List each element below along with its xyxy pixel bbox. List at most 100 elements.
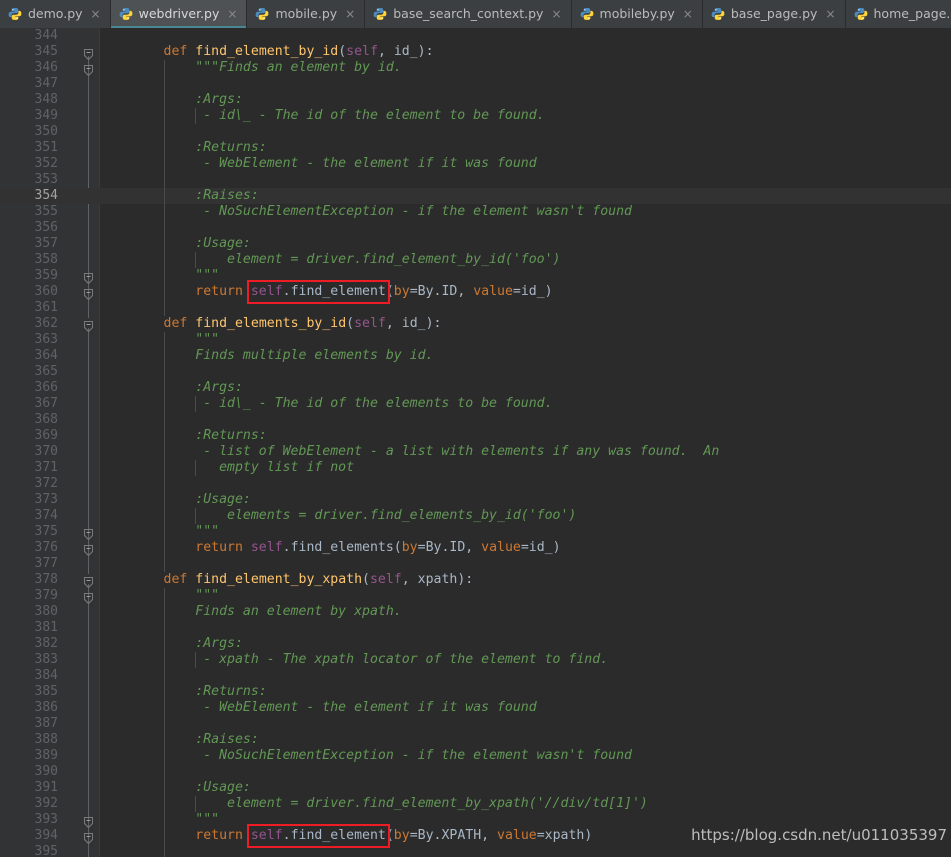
code-text: """Finds an element by id. (100, 60, 402, 75)
code-line[interactable]: 392 element = driver.find_element_by_xpa… (0, 796, 951, 812)
code-text: def find_element_by_id(self, id_): (163, 44, 434, 59)
line-number: 378 (34, 572, 58, 587)
code-line[interactable]: 350 (0, 124, 951, 140)
code-line[interactable]: 346 """Finds an element by id. (0, 60, 951, 76)
code-line[interactable]: 379 """ (0, 588, 951, 604)
code-line[interactable]: 349 - id\_ - The id of the element to be… (0, 108, 951, 124)
tab-close-icon[interactable]: × (683, 7, 693, 21)
code-line[interactable]: 373 :Usage: (0, 492, 951, 508)
editor-tab-base_page-py[interactable]: base_page.py × (703, 0, 846, 28)
code-editor[interactable]: 344 345 def find_element_by_id(self, id_)… (0, 28, 951, 857)
code-line[interactable]: 348 :Args: (0, 92, 951, 108)
code-text: - NoSuchElementException - if the elemen… (100, 748, 632, 763)
code-line[interactable]: 370 - list of WebElement - a list with e… (0, 444, 951, 460)
code-line[interactable]: 382 :Args: (0, 636, 951, 652)
code-text: - id\_ - The id of the element to be fou… (100, 108, 545, 123)
editor-tab-home_page-py[interactable]: home_page.py× (846, 0, 951, 28)
code-line[interactable]: 352 - WebElement - the element if it was… (0, 156, 951, 172)
code-line[interactable]: 395 (0, 844, 951, 857)
code-line[interactable]: 368 (0, 412, 951, 428)
code-line[interactable]: 372 (0, 476, 951, 492)
code-line[interactable]: 371 empty list if not (0, 460, 951, 476)
code-line[interactable]: 383 - xpath - The xpath locator of the e… (0, 652, 951, 668)
code-line[interactable]: 355 - NoSuchElementException - if the el… (0, 204, 951, 220)
code-text: - id\_ - The id of the elements to be fo… (100, 396, 553, 411)
python-file-icon (8, 7, 22, 21)
code-line[interactable]: 367 - id\_ - The id of the elements to b… (0, 396, 951, 412)
editor-tab-bar[interactable]: demo.py × webdriver.py × mobile.py × base_sear… (0, 0, 951, 28)
line-number: 370 (34, 444, 58, 459)
code-line[interactable]: 378 def find_element_by_xpath(self, xpat… (0, 572, 951, 588)
tab-close-icon[interactable]: × (825, 7, 835, 21)
code-text: return self.find_elements(by=By.ID, valu… (195, 540, 561, 555)
code-text: return self.find_element(by=By.ID, value… (195, 284, 553, 299)
code-line[interactable]: 363 """ (0, 332, 951, 348)
tab-label: demo.py (28, 6, 83, 21)
tab-close-icon[interactable]: × (91, 7, 101, 21)
line-number: 364 (34, 348, 58, 363)
code-text: :Returns: (100, 428, 267, 443)
line-number: 355 (34, 204, 58, 219)
editor-tab-demo-py[interactable]: demo.py × (0, 0, 111, 28)
line-number: 379 (34, 588, 58, 603)
tab-label: mobile.py (275, 6, 338, 21)
code-line[interactable]: 362 def find_elements_by_id(self, id_): (0, 316, 951, 332)
code-line[interactable]: 353 (0, 172, 951, 188)
code-line[interactable]: 351 :Returns: (0, 140, 951, 156)
code-line[interactable]: 384 (0, 668, 951, 684)
code-line[interactable]: 386 - WebElement - the element if it was… (0, 700, 951, 716)
editor-tab-base_search_context-py[interactable]: base_search_context.py × (365, 0, 572, 28)
python-file-icon (373, 7, 387, 21)
editor-tab-webdriver-py[interactable]: webdriver.py × (110, 0, 248, 28)
code-line[interactable]: 385 :Returns: (0, 684, 951, 700)
editor-tab-mobileby-py[interactable]: mobileby.py × (572, 0, 703, 28)
code-text: :Usage: (100, 780, 251, 795)
code-line[interactable]: 390 (0, 764, 951, 780)
code-line[interactable]: 361 (0, 300, 951, 316)
code-line[interactable]: 345 def find_element_by_id(self, id_): (0, 44, 951, 60)
code-text: def find_elements_by_id(self, id_): (163, 316, 442, 331)
code-line[interactable]: 376 return self.find_elements(by=By.ID, … (0, 540, 951, 556)
tab-close-icon[interactable]: × (345, 7, 355, 21)
code-line[interactable]: 374 elements = driver.find_elements_by_i… (0, 508, 951, 524)
code-line[interactable]: 347 (0, 76, 951, 92)
code-text: empty list if not (100, 460, 355, 475)
code-text: """ (100, 588, 220, 603)
indent-guide (195, 460, 197, 476)
code-line[interactable]: 366 :Args: (0, 380, 951, 396)
code-line[interactable]: 389 - NoSuchElementException - if the el… (0, 748, 951, 764)
code-line[interactable]: 356 (0, 220, 951, 236)
line-number: 388 (34, 732, 58, 747)
tab-close-icon[interactable]: × (551, 7, 561, 21)
indent-guide (195, 108, 197, 124)
line-number: 376 (34, 540, 58, 555)
code-line[interactable]: 377 (0, 556, 951, 572)
code-line[interactable]: 364 Finds multiple elements by id. (0, 348, 951, 364)
code-line[interactable]: 354 :Raises: (0, 188, 951, 204)
code-line[interactable]: 359 """ (0, 268, 951, 284)
code-line[interactable]: 358 element = driver.find_element_by_id(… (0, 252, 951, 268)
line-number: 371 (34, 460, 58, 475)
code-line[interactable]: 380 Finds an element by xpath. (0, 604, 951, 620)
line-number: 395 (34, 844, 58, 857)
code-line[interactable]: 381 (0, 620, 951, 636)
code-line[interactable]: 391 :Usage: (0, 780, 951, 796)
line-number: 354 (34, 188, 58, 203)
line-number: 372 (34, 476, 58, 491)
code-line[interactable]: 387 (0, 716, 951, 732)
code-line[interactable]: 357 :Usage: (0, 236, 951, 252)
code-line[interactable]: 369 :Returns: (0, 428, 951, 444)
line-number: 360 (34, 284, 58, 299)
code-line[interactable]: 344 (0, 28, 951, 44)
editor-tab-mobile-py[interactable]: mobile.py × (247, 0, 366, 28)
python-file-icon (119, 7, 133, 21)
line-number: 348 (34, 92, 58, 107)
code-text: element = driver.find_element_by_id('foo… (100, 252, 561, 267)
code-line[interactable]: 375 """ (0, 524, 951, 540)
code-text: :Returns: (100, 684, 267, 699)
indent-guide (195, 396, 197, 412)
code-line[interactable]: 365 (0, 364, 951, 380)
code-line[interactable]: 388 :Raises: (0, 732, 951, 748)
code-line[interactable]: 360 return self.find_element(by=By.ID, v… (0, 284, 951, 300)
tab-close-icon[interactable]: × (227, 7, 237, 21)
